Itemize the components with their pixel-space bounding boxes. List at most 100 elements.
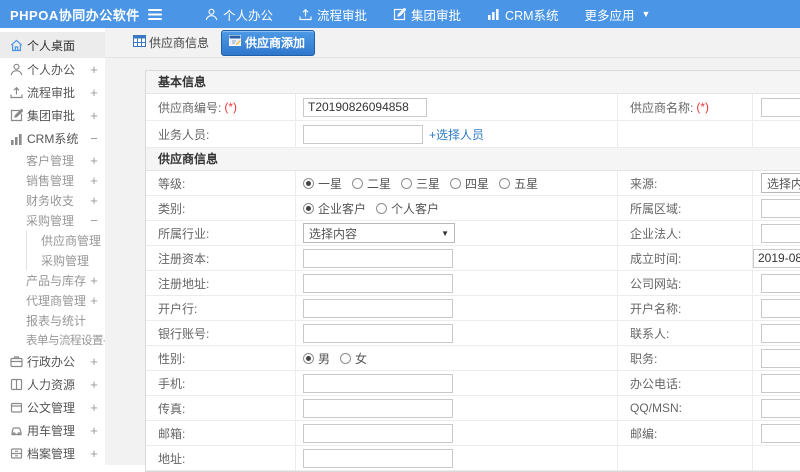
founded-date-input[interactable] <box>753 249 800 268</box>
category-label: 类别: <box>146 196 296 220</box>
hamburger-icon <box>148 9 162 20</box>
position-input[interactable] <box>761 349 800 368</box>
source-select[interactable]: 选择内容▼ <box>761 173 800 193</box>
contact-input[interactable] <box>761 324 800 343</box>
sidebar-item-reports[interactable]: 报表与统计 <box>0 310 105 330</box>
office-phone-input[interactable] <box>761 374 800 393</box>
table-icon <box>133 35 146 50</box>
radio-female[interactable] <box>340 353 351 364</box>
sidebar-item-hr[interactable]: 人力资源 + <box>0 373 105 396</box>
expand-icon[interactable]: + <box>89 446 99 461</box>
sidebar-item-agent-mgmt[interactable]: 代理商管理 + <box>0 290 105 310</box>
sidebar-item-admin-office[interactable]: 行政办公 + <box>0 350 105 373</box>
sidebar-item-finance[interactable]: 财务收支 + <box>0 190 105 210</box>
qq-msn-label: QQ/MSN: <box>618 396 753 420</box>
tab-supplier-add[interactable]: 供应商添加 <box>221 30 315 56</box>
nav-more-apps[interactable]: 更多应用 ▼ <box>572 0 664 28</box>
sidebar-item-purchasing[interactable]: 采购管理 <box>27 250 105 270</box>
nav-workflow-approval[interactable]: 流程审批 <box>286 0 380 28</box>
address-label: 地址: <box>146 446 296 470</box>
expand-icon[interactable]: + <box>89 153 99 168</box>
sidebar-item-crm[interactable]: CRM系统 − <box>0 127 105 150</box>
choose-staff-link[interactable]: +选择人员 <box>429 126 484 143</box>
sidebar-item-group-approval[interactable]: 集团审批 + <box>0 104 105 127</box>
website-label: 公司网站: <box>618 271 753 295</box>
form-row-regaddr-website: 注册地址: 公司网站: <box>146 271 800 296</box>
radio-male[interactable] <box>303 353 314 364</box>
expand-icon[interactable]: + <box>89 400 99 415</box>
expand-icon[interactable]: + <box>89 354 99 369</box>
expand-icon[interactable]: + <box>89 173 99 188</box>
account-name-input[interactable] <box>761 299 800 318</box>
collapse-icon[interactable]: − <box>89 213 99 228</box>
sidebar-item-workflow-approval[interactable]: 流程审批 + <box>0 81 105 104</box>
expand-icon[interactable]: + <box>89 423 99 438</box>
bar-chart-icon <box>487 8 500 20</box>
sidebar-item-personal-office[interactable]: 个人办公 + <box>0 58 105 81</box>
gender-radio-group: 男 女 <box>296 346 618 370</box>
reg-address-input[interactable] <box>303 274 453 293</box>
expand-icon[interactable]: + <box>89 377 99 392</box>
menu-toggle-button[interactable] <box>140 9 170 20</box>
nav-crm-system[interactable]: CRM系统 <box>474 0 571 28</box>
fax-input[interactable] <box>303 399 453 418</box>
expand-icon[interactable]: + <box>89 62 99 77</box>
sidebar-item-customer-mgmt[interactable]: 客户管理 + <box>0 150 105 170</box>
radio-personal-customer[interactable] <box>376 203 387 214</box>
supplier-name-input[interactable] <box>761 98 800 117</box>
expand-icon[interactable]: + <box>89 273 99 288</box>
expand-icon[interactable]: + <box>89 293 99 308</box>
email-input[interactable] <box>303 424 453 443</box>
form-row-address: 地址: <box>146 446 800 471</box>
supplier-code-input[interactable] <box>303 98 427 117</box>
section-supplier-info: 供应商信息 <box>146 148 800 171</box>
capital-input[interactable] <box>303 249 453 268</box>
radio-five-star[interactable] <box>499 178 510 189</box>
expand-icon[interactable]: + <box>89 108 99 123</box>
nav-personal-office[interactable]: 个人办公 <box>192 0 286 28</box>
expand-icon[interactable]: + <box>89 85 99 100</box>
industry-select[interactable]: 选择内容▼ <box>303 223 455 243</box>
sidebar-item-product-stock[interactable]: 产品与库存 + <box>0 270 105 290</box>
required-mark: (*) <box>696 100 709 114</box>
sidebar-item-sales-mgmt[interactable]: 销售管理 + <box>0 170 105 190</box>
upload-icon <box>299 8 312 21</box>
form-row-industry-legal: 所属行业: 选择内容▼ 企业法人: <box>146 221 800 246</box>
founded-label: 成立时间: <box>618 246 753 270</box>
form-row-email-zip: 邮箱: 邮编: <box>146 421 800 446</box>
zip-input[interactable] <box>761 424 800 443</box>
qq-msn-input[interactable] <box>761 399 800 418</box>
sidebar-item-purchase-mgmt[interactable]: 采购管理 − <box>0 210 105 230</box>
sidebar-item-supplier-mgmt[interactable]: 供应商管理 <box>27 230 105 250</box>
legal-person-input[interactable] <box>761 224 800 243</box>
nav-group-approval[interactable]: 集团审批 <box>380 0 474 28</box>
region-label: 所属区域: <box>618 196 753 220</box>
expand-icon[interactable]: + <box>89 193 99 208</box>
radio-four-star[interactable] <box>450 178 461 189</box>
upload-icon <box>10 86 27 99</box>
website-input[interactable] <box>761 274 800 293</box>
business-staff-input[interactable] <box>303 125 423 144</box>
radio-enterprise-customer[interactable] <box>303 203 314 214</box>
sidebar-item-doc-mgmt[interactable]: 公文管理 + <box>0 396 105 419</box>
region-input[interactable] <box>761 199 800 218</box>
book-icon <box>10 378 27 391</box>
crm-submenu: 客户管理 + 销售管理 + 财务收支 + 采购管理 − 供应商管理 采购管理 产… <box>0 150 105 350</box>
radio-three-star[interactable] <box>401 178 412 189</box>
sidebar-item-desktop[interactable]: 个人桌面 <box>0 32 105 58</box>
gender-label: 性别: <box>146 346 296 370</box>
bank-input[interactable] <box>303 299 453 318</box>
sidebar-item-vehicle-mgmt[interactable]: 用车管理 + <box>0 419 105 442</box>
bank-account-input[interactable] <box>303 324 453 343</box>
sidebar-item-archive-mgmt[interactable]: 档案管理 + <box>0 442 105 465</box>
radio-one-star[interactable] <box>303 178 314 189</box>
form-row-mobile-phone: 手机: 办公电话: <box>146 371 800 396</box>
section-basic-info: 基本信息 <box>146 71 800 94</box>
tab-supplier-list[interactable]: 供应商信息 <box>133 34 209 51</box>
mobile-input[interactable] <box>303 374 453 393</box>
radio-two-star[interactable] <box>352 178 363 189</box>
sidebar-item-form-flow-settings[interactable]: 表单与流程设置 + <box>0 330 105 350</box>
required-mark: (*) <box>224 100 237 114</box>
home-icon <box>10 39 27 52</box>
collapse-icon[interactable]: − <box>89 131 99 146</box>
